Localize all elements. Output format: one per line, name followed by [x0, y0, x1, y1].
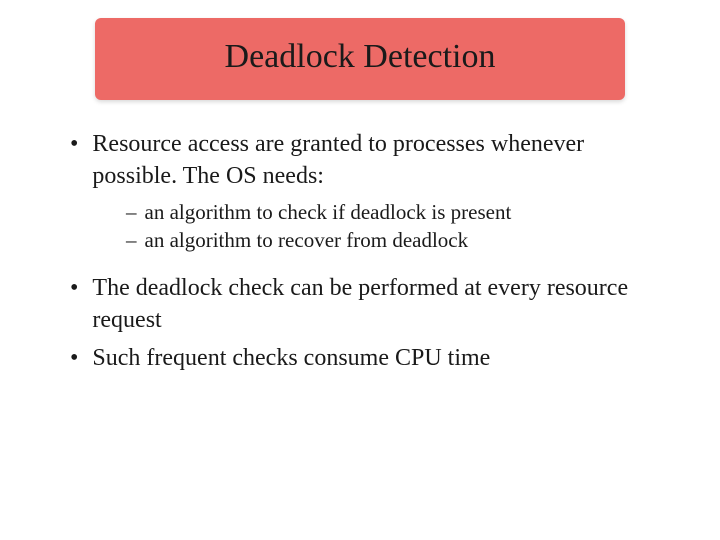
dash-icon: – [126, 198, 137, 226]
bullet-dot-icon: • [70, 128, 78, 160]
bullet-text: Such frequent checks consume CPU time [92, 342, 490, 374]
bullet-dot-icon: • [70, 342, 78, 374]
dash-icon: – [126, 226, 137, 254]
content-area: • Resource access are granted to process… [40, 128, 680, 374]
bullet-text: The deadlock check can be performed at e… [92, 272, 650, 336]
sub-item: – an algorithm to check if deadlock is p… [126, 198, 650, 226]
bullet-item: • Resource access are granted to process… [70, 128, 650, 192]
slide-title: Deadlock Detection [125, 38, 595, 76]
title-box: Deadlock Detection [95, 18, 625, 100]
bullet-text: Resource access are granted to processes… [92, 128, 650, 192]
bullet-dot-icon: • [70, 272, 78, 304]
sub-list: – an algorithm to check if deadlock is p… [126, 198, 650, 254]
bullet-item: • The deadlock check can be performed at… [70, 272, 650, 336]
slide-container: Deadlock Detection • Resource access are… [0, 0, 720, 540]
sub-item: – an algorithm to recover from deadlock [126, 226, 650, 254]
bullet-item: • Such frequent checks consume CPU time [70, 342, 650, 374]
sub-text: an algorithm to recover from deadlock [145, 226, 469, 254]
sub-text: an algorithm to check if deadlock is pre… [145, 198, 512, 226]
